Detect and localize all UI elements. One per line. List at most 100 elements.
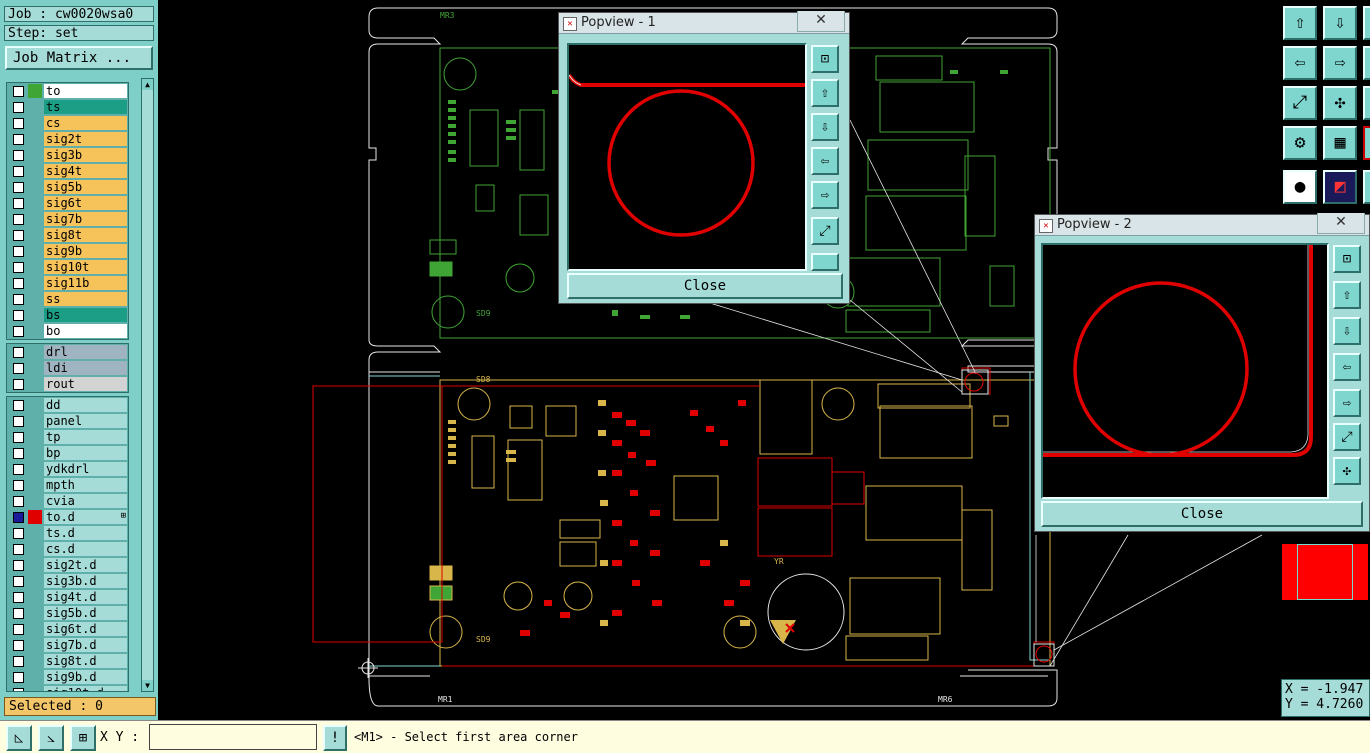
- zoom-fit-icon[interactable]: ⤢: [1283, 86, 1317, 120]
- layer-row[interactable]: sig4t: [7, 163, 128, 179]
- layer-color-swatch[interactable]: [28, 148, 42, 162]
- layer-name[interactable]: sig3b.d: [44, 574, 127, 588]
- popview-2-close-x[interactable]: ✕: [1317, 213, 1365, 234]
- layer-color-swatch[interactable]: [28, 324, 42, 338]
- layer-row[interactable]: sig7b: [7, 211, 128, 227]
- popview-1-up-icon[interactable]: ⇧: [811, 79, 839, 107]
- layer-name[interactable]: sig7b: [44, 212, 127, 226]
- layer-color-swatch[interactable]: [28, 180, 42, 194]
- pan-up-icon[interactable]: ⇧: [1283, 6, 1317, 40]
- popview-1-close-x[interactable]: ✕: [797, 11, 845, 32]
- layer-checkbox[interactable]: [13, 379, 24, 390]
- layer-color-swatch[interactable]: [28, 510, 42, 524]
- layer-row[interactable]: sig11b: [7, 275, 128, 291]
- popview-2-up-icon[interactable]: ⇧: [1333, 281, 1361, 309]
- layer-row[interactable]: sig3b.d: [7, 573, 128, 589]
- job-matrix-button[interactable]: Job Matrix ...: [5, 46, 153, 70]
- layer-color-swatch[interactable]: [28, 686, 42, 691]
- measure-tool-icon[interactable]: ⚙: [1283, 126, 1317, 160]
- measure-icon[interactable]: ⦣: [38, 725, 64, 751]
- layer-checkbox[interactable]: [13, 512, 24, 523]
- layer-color-swatch[interactable]: [28, 361, 42, 375]
- popview-1-zoom-icon[interactable]: ⊡: [811, 45, 839, 73]
- pan-right-icon[interactable]: ⇨: [1323, 46, 1357, 80]
- layer-row[interactable]: sig3b: [7, 147, 128, 163]
- layer-name[interactable]: sig5b: [44, 180, 127, 194]
- zoom-area-icon[interactable]: ◺: [6, 725, 32, 751]
- layer-color-swatch[interactable]: [28, 622, 42, 636]
- popview-2-canvas[interactable]: [1041, 243, 1329, 499]
- layer-color-swatch[interactable]: [28, 558, 42, 572]
- layer-color-swatch[interactable]: [28, 345, 42, 359]
- layer-color-swatch[interactable]: [28, 260, 42, 274]
- layer-row[interactable]: bs: [7, 307, 128, 323]
- popview-2-titlebar[interactable]: ✕ Popview - 2 ✕: [1035, 213, 1369, 236]
- layer-row[interactable]: sig4t.d: [7, 589, 128, 605]
- layer-name[interactable]: drl: [44, 345, 127, 359]
- layer-color-swatch[interactable]: [28, 377, 42, 391]
- layer-name[interactable]: sig2t: [44, 132, 127, 146]
- layer-name[interactable]: sig9b: [44, 244, 127, 258]
- layer-row[interactable]: sig9b.d: [7, 669, 128, 685]
- layer-color-swatch[interactable]: [28, 212, 42, 226]
- layer-row[interactable]: ts: [7, 99, 128, 115]
- layer-color-swatch[interactable]: [28, 542, 42, 556]
- layer-row[interactable]: ts.d: [7, 525, 128, 541]
- layer-checkbox[interactable]: [13, 363, 24, 374]
- popview-2-fit-icon[interactable]: ⤢: [1333, 423, 1361, 451]
- layer-name[interactable]: sig8t.d: [44, 654, 127, 668]
- layer-checkbox[interactable]: [13, 528, 24, 539]
- layer-checkbox[interactable]: [13, 326, 24, 337]
- layer-name[interactable]: sig10t.d: [44, 686, 127, 691]
- layer-color-swatch[interactable]: [28, 196, 42, 210]
- layer-checkbox[interactable]: [13, 310, 24, 321]
- layer-checkbox[interactable]: [13, 640, 24, 651]
- layer-row[interactable]: mpth: [7, 477, 128, 493]
- popview-2-down-icon[interactable]: ⇩: [1333, 317, 1361, 345]
- layer-color-swatch[interactable]: [28, 164, 42, 178]
- popview-2-center-icon[interactable]: ✣: [1333, 457, 1361, 485]
- layer-row[interactable]: bo: [7, 323, 128, 339]
- layer-name[interactable]: sig4t.d: [44, 590, 127, 604]
- layer-row[interactable]: to: [7, 83, 128, 99]
- layer-name[interactable]: sig7b.d: [44, 638, 127, 652]
- layer-checkbox[interactable]: [13, 576, 24, 587]
- toolbar-extra-1[interactable]: [1363, 6, 1370, 40]
- layer-color-swatch[interactable]: [28, 590, 42, 604]
- layer-checkbox[interactable]: [13, 448, 24, 459]
- layer-row[interactable]: sig5b: [7, 179, 128, 195]
- layer-row[interactable]: sig5b.d: [7, 605, 128, 621]
- layer-row[interactable]: sig7b.d: [7, 637, 128, 653]
- pan-left-icon[interactable]: ⇦: [1283, 46, 1317, 80]
- layer-row[interactable]: drl: [7, 344, 128, 360]
- snap-grid-icon[interactable]: ⊞: [70, 725, 96, 751]
- layer-name[interactable]: sig8t: [44, 228, 127, 242]
- layer-row[interactable]: sig6t.d: [7, 621, 128, 637]
- layer-row[interactable]: sig10t.d: [7, 685, 128, 691]
- layer-checkbox[interactable]: [13, 480, 24, 491]
- layer-color-swatch[interactable]: [28, 462, 42, 476]
- layer-checkbox[interactable]: [13, 278, 24, 289]
- layer-checkbox[interactable]: [13, 544, 24, 555]
- toolbar-extra-5[interactable]: [1363, 170, 1370, 204]
- layer-color-swatch[interactable]: [28, 292, 42, 306]
- layer-row[interactable]: ydkdrl: [7, 461, 128, 477]
- popview-1-center-icon[interactable]: [811, 253, 839, 271]
- layer-color-swatch[interactable]: [28, 276, 42, 290]
- snap-icon[interactable]: ●: [1283, 170, 1317, 204]
- layer-name[interactable]: to: [44, 84, 127, 98]
- layer-checkbox[interactable]: [13, 656, 24, 667]
- layer-name[interactable]: ldi: [44, 361, 127, 375]
- layer-checkbox[interactable]: [13, 118, 24, 129]
- popview-2-close-button[interactable]: Close: [1041, 501, 1363, 527]
- layer-row[interactable]: sig9b: [7, 243, 128, 259]
- layer-name[interactable]: bp: [44, 446, 127, 460]
- layer-color-swatch[interactable]: [28, 228, 42, 242]
- layer-checkbox[interactable]: [13, 182, 24, 193]
- toolbar-extra-3[interactable]: [1363, 86, 1370, 120]
- layer-name[interactable]: mpth: [44, 478, 127, 492]
- layer-name[interactable]: ts.d: [44, 526, 127, 540]
- layer-checkbox[interactable]: [13, 624, 24, 635]
- layer-name[interactable]: bs: [44, 308, 127, 322]
- layer-name[interactable]: to.d: [44, 510, 127, 524]
